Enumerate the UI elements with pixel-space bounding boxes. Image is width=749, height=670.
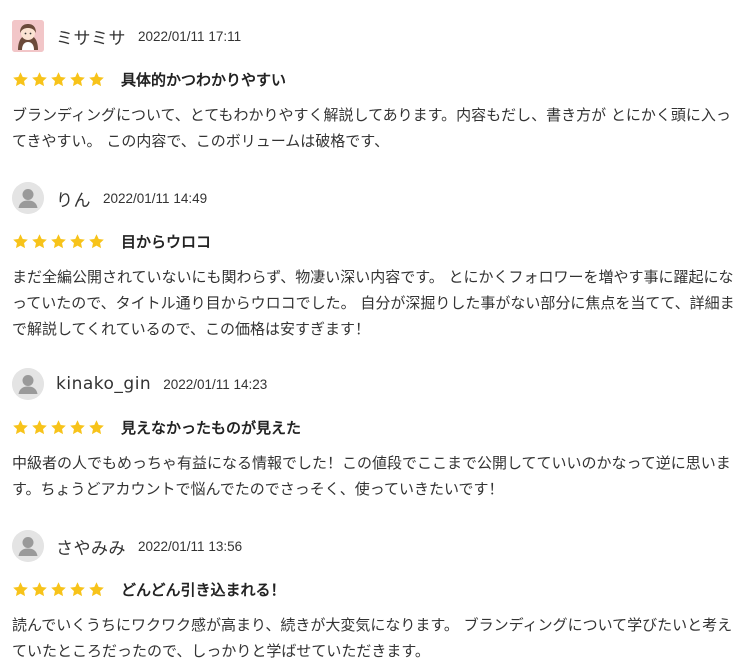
review-title: どんどん引き込まれる！ <box>121 580 286 599</box>
rating-row: 目からウロコ <box>12 230 737 252</box>
star-icon <box>89 581 104 596</box>
star-rating <box>12 581 105 598</box>
review-title: 具体的かつわかりやすい <box>121 70 287 89</box>
review-header: kinako_gin 2022/01/11 14:23 <box>12 366 737 402</box>
review-header: さやみみ 2022/01/11 13:56 <box>12 528 737 564</box>
star-icon <box>70 233 85 248</box>
star-icon <box>51 581 66 596</box>
default-user-icon <box>12 530 44 562</box>
review-item: ミサミサ 2022/01/11 17:11 具体的かつわかりやすい ブランディン… <box>12 18 737 154</box>
star-icon <box>32 233 47 248</box>
avatar[interactable] <box>12 368 44 400</box>
review-title: 見えなかったものが見えた <box>121 418 302 437</box>
review-body: 読んでいくうちにワクワク感が高まり、続きが大変気になります。 ブランディングにつ… <box>12 616 733 660</box>
star-icon <box>51 419 66 434</box>
star-icon <box>13 581 28 596</box>
star-icon <box>70 71 85 86</box>
default-user-icon <box>12 182 44 214</box>
star-rating <box>12 419 105 436</box>
star-icon <box>13 71 28 86</box>
reviewer-name[interactable]: kinako_gin <box>56 374 151 394</box>
rating-row: 見えなかったものが見えた <box>12 416 737 438</box>
review-body: ブランディングについて、とてもわかりやすく解説してあります。内容もだし、書き方が… <box>12 106 731 150</box>
star-icon <box>32 71 47 86</box>
star-icon <box>70 419 85 434</box>
star-icon <box>32 419 47 434</box>
default-user-icon <box>12 368 44 400</box>
review-date: 2022/01/11 13:56 <box>138 538 243 554</box>
review-item: さやみみ 2022/01/11 13:56 どんどん引き込まれる！ 読んでいくう… <box>12 528 737 664</box>
reviewer-name[interactable]: さやみみ <box>56 534 126 559</box>
avatar[interactable] <box>12 20 44 52</box>
review-item: kinako_gin 2022/01/11 14:23 見えなかったものが見えた… <box>12 366 737 502</box>
review-header: りん 2022/01/11 14:49 <box>12 180 737 216</box>
star-icon <box>89 419 104 434</box>
review-header: ミサミサ 2022/01/11 17:11 <box>12 18 737 54</box>
star-icon <box>13 419 28 434</box>
review-title: 目からウロコ <box>121 232 212 251</box>
photo-avatar-icon <box>12 20 44 52</box>
star-icon <box>51 233 66 248</box>
review-date: 2022/01/11 14:49 <box>103 190 208 206</box>
star-icon <box>51 71 66 86</box>
star-rating <box>12 71 105 88</box>
star-rating <box>12 233 105 250</box>
rating-row: どんどん引き込まれる！ <box>12 578 737 600</box>
review-list: ミサミサ 2022/01/11 17:11 具体的かつわかりやすい ブランディン… <box>0 0 749 670</box>
review-date: 2022/01/11 17:11 <box>138 28 242 44</box>
star-icon <box>13 233 28 248</box>
avatar[interactable] <box>12 530 44 562</box>
star-icon <box>89 71 104 86</box>
review-body: まだ全編公開されていないにも関わらず、物凄い深い内容です。 とにかくフォロワーを… <box>12 268 735 338</box>
review-item: りん 2022/01/11 14:49 目からウロコ まだ全編公開されていないに… <box>12 180 737 342</box>
rating-row: 具体的かつわかりやすい <box>12 68 737 90</box>
star-icon <box>89 233 104 248</box>
reviewer-name[interactable]: りん <box>56 186 91 211</box>
reviewer-name[interactable]: ミサミサ <box>56 24 126 49</box>
review-date: 2022/01/11 14:23 <box>163 376 268 392</box>
review-body: 中級者の人でもめっちゃ有益になる情報でした！この値段でここまで公開してていいのか… <box>12 454 731 498</box>
avatar[interactable] <box>12 182 44 214</box>
star-icon <box>70 581 85 596</box>
star-icon <box>32 581 47 596</box>
